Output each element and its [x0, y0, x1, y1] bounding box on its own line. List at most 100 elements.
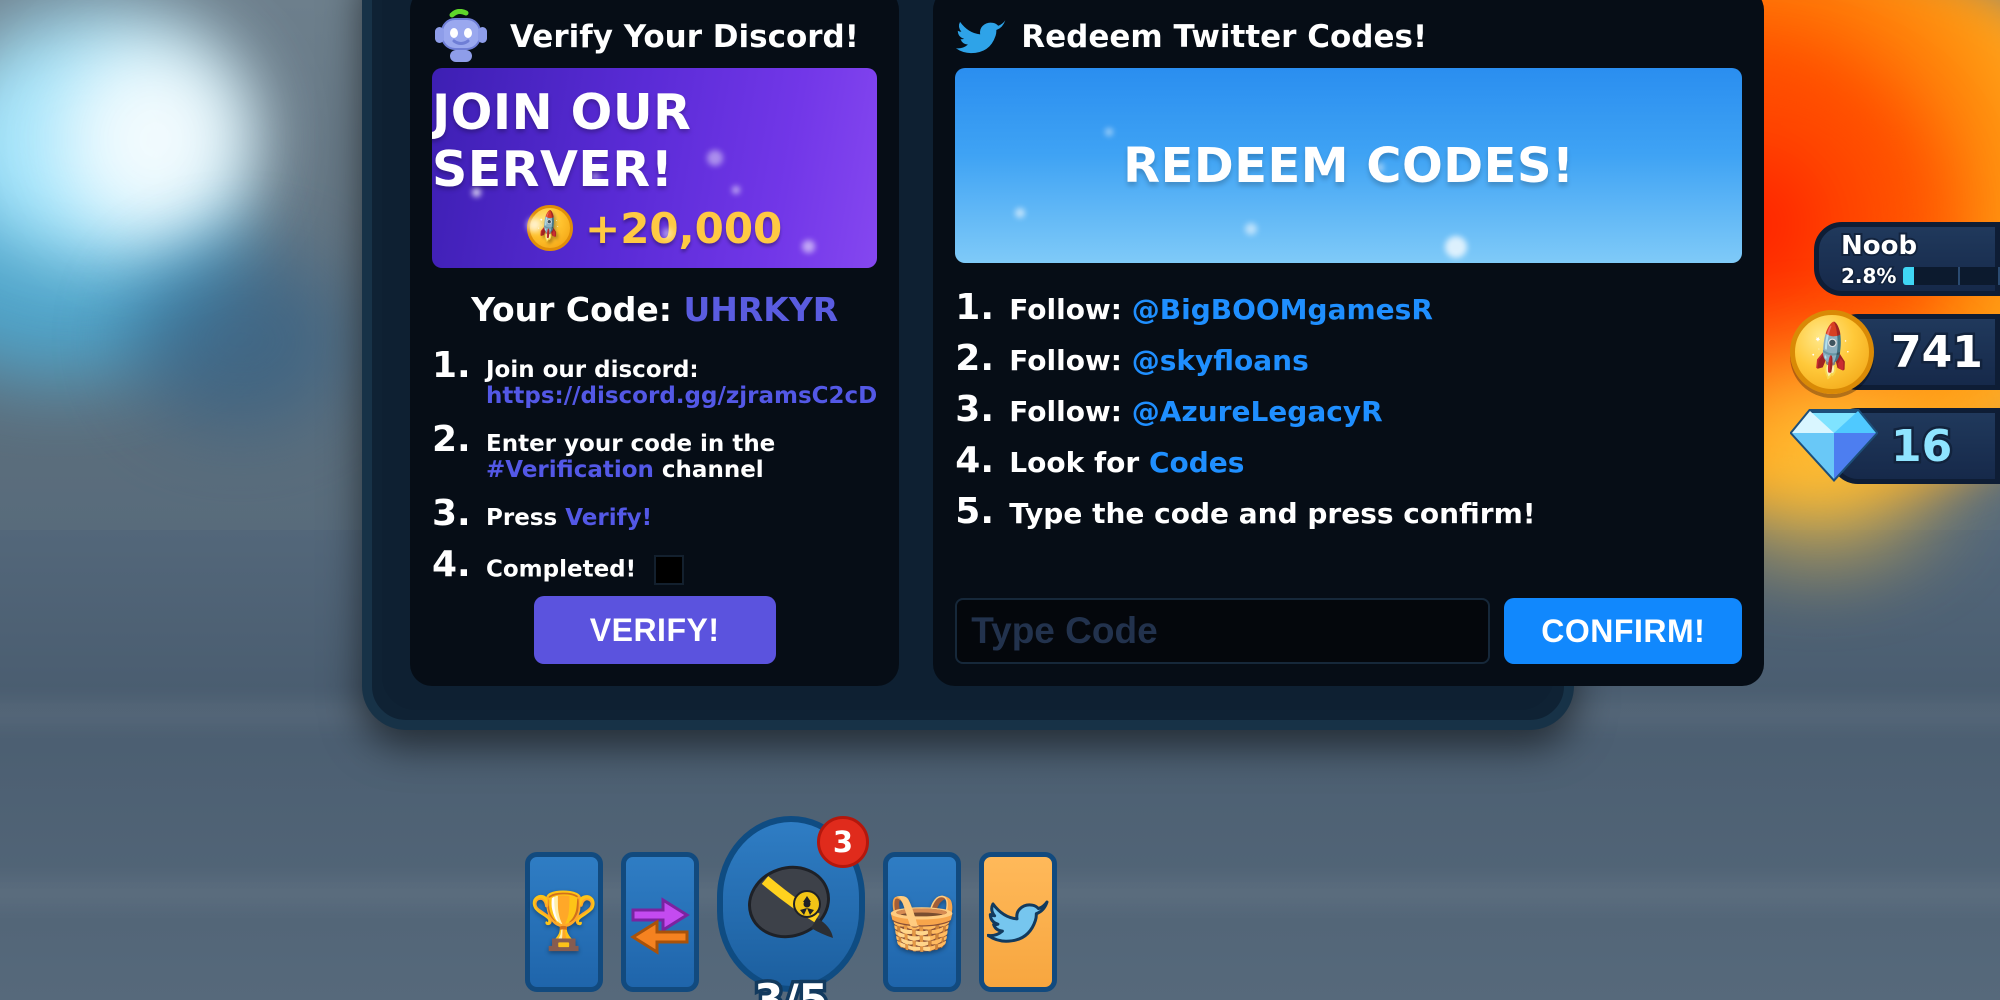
list-item: 4. Look for Codes — [955, 440, 1742, 481]
diamond-icon — [1789, 405, 1879, 487]
list-item: 2. Enter your code in the #Verification … — [432, 419, 877, 483]
step-number: 2. — [955, 338, 994, 379]
twitter-banner[interactable]: REDEEM CODES! — [955, 68, 1743, 263]
discord-banner-reward: 🚀 +20,000 — [527, 204, 782, 253]
discord-panel: Verify Your Discord! JOIN OUR SERVER! 🚀 … — [410, 0, 900, 686]
hud-rank-row: Noob 2.8% — [1790, 222, 2000, 296]
twitter-button[interactable] — [979, 852, 1057, 992]
bomb-count: 3/5 — [751, 972, 832, 1000]
twitter-panel-title: Redeem Twitter Codes! — [1021, 19, 1428, 55]
twitter-bird-icon — [987, 900, 1049, 943]
discord-mascot-icon — [432, 8, 496, 65]
toolbar-item-trade[interactable] — [621, 852, 699, 992]
trade-button[interactable] — [621, 852, 699, 992]
background-shadow-left — [130, 250, 350, 430]
twitter-handle-2[interactable]: @skyfloans — [1132, 344, 1309, 377]
code-input[interactable] — [955, 598, 1491, 664]
trophy-icon: 🏆 — [529, 889, 599, 954]
step-text: Follow: @BigBOOMgamesR — [1009, 293, 1433, 326]
twitter-bird-icon — [956, 20, 1006, 54]
your-code-row: Your Code: UHRKYR — [432, 290, 877, 329]
modal-inner: Verify Your Discord! JOIN OUR SERVER! 🚀 … — [382, 0, 1765, 710]
step-text: Type the code and press confirm! — [1009, 497, 1536, 530]
toolbar-item-bomb[interactable]: 3 3/5 — [717, 816, 869, 1000]
background-light-left-core — [60, 40, 250, 240]
list-item: 1. Follow: @BigBOOMgamesR — [955, 287, 1742, 328]
toolbar-item-twitter[interactable] — [979, 852, 1057, 992]
basket-icon: 🧺 — [887, 889, 957, 954]
hud-coins-row: 741 🚀 — [1790, 310, 2000, 394]
discord-banner-reward-amount: +20,000 — [585, 203, 783, 253]
step-text-main: Follow: — [1009, 293, 1122, 326]
confirm-button[interactable]: CONFIRM! — [1504, 598, 1743, 664]
discord-banner-line1: JOIN OUR SERVER! — [432, 83, 692, 198]
step-text-main: Follow: — [1009, 344, 1122, 377]
rank-progress-fill — [1903, 266, 1915, 285]
codes-word: Codes — [1148, 446, 1245, 479]
twitter-banner-line1: REDEEM CODES! — [1123, 137, 1575, 194]
your-code-value[interactable]: UHRKYR — [683, 290, 838, 329]
step-number: 4. — [432, 544, 471, 585]
completed-checkbox[interactable] — [654, 554, 685, 585]
twitter-handle-1[interactable]: @BigBOOMgamesR — [1132, 293, 1433, 326]
step-number: 1. — [955, 287, 994, 328]
toolbar-item-trophy[interactable]: 🏆 — [525, 852, 603, 992]
step-text: Join our discord: https://discord.gg/zjr… — [486, 357, 877, 409]
hud-gems-row: 16 — [1789, 405, 2000, 487]
discord-banner[interactable]: JOIN OUR SERVER! 🚀 +20,000 — [432, 68, 878, 268]
list-item: 5. Type the code and press confirm! — [955, 491, 1742, 532]
list-item: 3. Follow: @AzureLegacyR — [955, 389, 1742, 430]
player-hud: Noob 2.8% 741 🚀 16 — [1789, 222, 2000, 502]
socials-modal: SOCIALS! — [362, 0, 1765, 730]
twitter-panel-footer: CONFIRM! — [955, 598, 1743, 664]
twitter-handle-3[interactable]: @AzureLegacyR — [1132, 395, 1383, 428]
list-item: 2. Follow: @skyfloans — [955, 338, 1742, 379]
basket-button[interactable]: 🧺 — [883, 852, 961, 992]
step-text-main: Completed! — [486, 556, 637, 582]
step-text-main: Enter your code in the — [486, 431, 776, 457]
twitter-panel-header: Redeem Twitter Codes! — [955, 6, 1742, 68]
discord-panel-title: Verify Your Discord! — [510, 19, 859, 55]
step-number: 4. — [955, 440, 994, 481]
rocket-coin-icon: 🚀 — [1790, 310, 1874, 394]
step-text: Enter your code in the #Verification cha… — [486, 431, 877, 483]
step-text: Completed! — [486, 554, 685, 585]
step-text: Follow: @AzureLegacyR — [1009, 395, 1382, 428]
step-text-main: Join our discord: — [486, 357, 699, 383]
your-code-label: Your Code: — [471, 290, 672, 329]
step-number: 5. — [955, 491, 994, 532]
list-item: 3. Press Verify! — [432, 493, 877, 534]
step-number: 3. — [432, 493, 471, 534]
step-text: Look for Codes — [1009, 446, 1244, 479]
coins-value: 741 — [1889, 324, 1986, 380]
trophy-button[interactable]: 🏆 — [525, 852, 603, 992]
discord-steps: 1. Join our discord: https://discord.gg/… — [432, 345, 877, 595]
discord-panel-footer: VERIFY! — [432, 596, 877, 664]
discord-invite-link[interactable]: https://discord.gg/zjramsC2cD — [486, 383, 877, 409]
step-text-main: Press — [486, 505, 558, 531]
verify-button[interactable]: VERIFY! — [533, 596, 776, 664]
trade-arrows-icon — [630, 897, 690, 955]
rank-plate: Noob 2.8% — [1814, 222, 2000, 296]
step-number: 1. — [432, 345, 471, 386]
step-text-after: channel — [661, 457, 764, 483]
step-text-main: Look for — [1009, 446, 1140, 479]
step-text: Press Verify! — [486, 505, 652, 531]
rank-progress-bar — [1903, 266, 2000, 285]
toolbar-item-basket[interactable]: 🧺 — [883, 852, 961, 992]
step-text: Follow: @skyfloans — [1009, 344, 1309, 377]
bomb-badge: 3 — [817, 816, 869, 868]
bomb-button[interactable]: 3 — [717, 816, 869, 992]
gems-value: 16 — [1888, 418, 1954, 474]
list-item: 4. Completed! — [432, 544, 877, 585]
step-number: 2. — [432, 419, 471, 460]
discord-panel-header: Verify Your Discord! — [432, 6, 877, 68]
rank-progress: 2.8% — [1839, 262, 2000, 289]
rank-name: Noob — [1839, 229, 1919, 263]
twitter-steps: 1. Follow: @BigBOOMgamesR 2. Follow: @sk… — [955, 287, 1742, 542]
panels-container: Verify Your Discord! JOIN OUR SERVER! 🚀 … — [410, 0, 1765, 686]
verify-word: Verify! — [565, 505, 653, 531]
rank-percent: 2.8% — [1839, 262, 1897, 289]
bottom-toolbar: 🏆 3 3/5 🧺 — [525, 816, 1057, 1000]
list-item: 1. Join our discord: https://discord.gg/… — [432, 345, 877, 409]
